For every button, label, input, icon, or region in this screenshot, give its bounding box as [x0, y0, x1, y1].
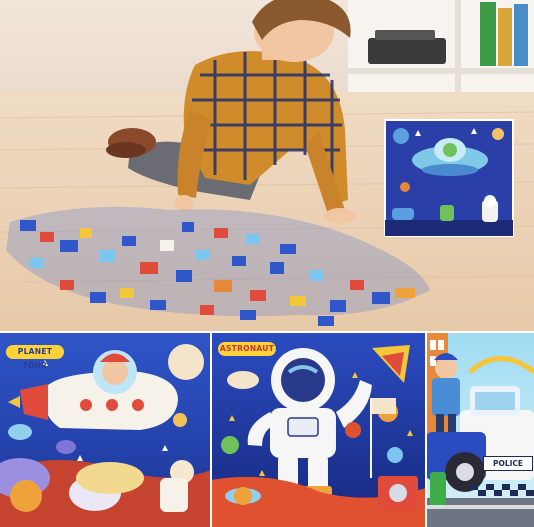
inset-ufo-puzzle: [384, 119, 514, 237]
astronaut-label: ASTRONAUT: [218, 342, 276, 356]
planet-tour-label: PLANET TOUR: [6, 345, 64, 370]
photo-child-playing: [0, 0, 534, 332]
astronaut-puzzle: [211, 333, 426, 527]
product-photo-collage: [0, 0, 534, 527]
police-puzzle: [426, 333, 534, 527]
police-label: POLICE: [483, 456, 533, 471]
shelf: [348, 0, 534, 92]
